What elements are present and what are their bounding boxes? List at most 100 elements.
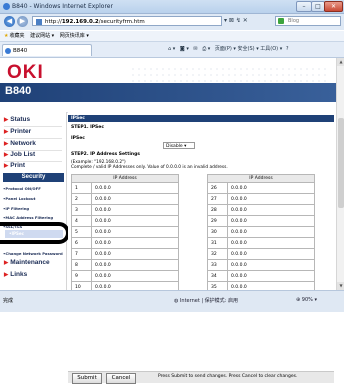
maximize-button[interactable]: □	[311, 1, 325, 12]
ip-row: 26 0.0.0.0	[207, 182, 315, 194]
ip-row-number: 3	[71, 204, 92, 216]
status-bar: 完成 ◍ Internet | 保护模式: 启用 ⊕ 90% ▾	[0, 290, 344, 312]
url-host: 192.169.0.2	[61, 19, 99, 25]
ip-row: 3 0.0.0.0	[71, 204, 179, 216]
mail-icon[interactable]: ✉	[193, 46, 197, 52]
ip-address-input[interactable]: 0.0.0.0	[227, 215, 315, 227]
ip-row-number: 33	[207, 259, 228, 271]
ip-table-left: IP Address 1 0.0.0.0 2 0.0.0.0 3 0.0.0.0 4 0.0.…	[71, 174, 179, 293]
url-path: /securityfrm.htm	[98, 19, 145, 25]
status-text: 完成	[3, 298, 14, 304]
scroll-thumb[interactable]	[338, 118, 344, 208]
ip-row-number: 4	[71, 215, 92, 227]
home-icon[interactable]: ⌂ ▾	[168, 46, 175, 52]
ip-address-input[interactable]: 0.0.0.0	[227, 182, 315, 194]
ip-row: 1 0.0.0.0	[71, 182, 179, 194]
ipsec-label: IPSec	[71, 136, 85, 141]
command-menus[interactable]: 页面(P) ▾ 安全(S) ▾ 工具(O) ▾	[215, 46, 282, 52]
zoom-control[interactable]: ⊕ 90% ▾	[296, 297, 317, 303]
ip-row-number: 29	[207, 215, 228, 227]
ip-address-input[interactable]: 0.0.0.0	[91, 193, 179, 205]
ip-row: 28 0.0.0.0	[207, 204, 315, 216]
search-input[interactable]: Blog	[275, 16, 341, 26]
column-header: IP Address	[207, 174, 315, 183]
highlight-annotation	[0, 222, 70, 244]
sidebar-sub-ip-filtering[interactable]: •IP Filtering	[3, 206, 29, 211]
ip-row: 30 0.0.0.0	[207, 226, 315, 238]
sidebar-item-maintenance[interactable]: ▶ Maintenance	[4, 259, 50, 266]
scroll-down-icon[interactable]: ▼	[337, 282, 344, 290]
ip-row: 6 0.0.0.0	[71, 237, 179, 249]
sidebar-item-status[interactable]: ▶ Status	[4, 116, 30, 123]
arrow-right-icon: ▶	[4, 260, 9, 266]
sidebar-item-print[interactable]: ▶ Print	[4, 162, 25, 169]
ip-row-number: 8	[71, 259, 92, 271]
arrow-right-icon: ▶	[4, 152, 9, 158]
url-controls[interactable]: ▾ ⊠ ↯ ✕	[224, 16, 272, 26]
ip-address-input[interactable]: 0.0.0.0	[91, 226, 179, 238]
arrow-right-icon: ▶	[4, 117, 9, 123]
close-window-button[interactable]: ✕	[324, 1, 343, 12]
scroll-up-icon[interactable]: ▲	[337, 58, 344, 66]
ip-address-input[interactable]: 0.0.0.0	[227, 226, 315, 238]
sidebar-content: ▶ Status ▶ Printer ▶ Network ▶ Job List ▶ Pri…	[0, 0, 70, 311]
arrow-right-icon: ▶	[4, 141, 9, 147]
submit-button[interactable]: Submit	[72, 373, 102, 384]
feeds-icon[interactable]: ◙ ▾	[180, 46, 189, 52]
ip-table-right: IP Address 26 0.0.0.0 27 0.0.0.0 28 0.0.0.0 29…	[207, 174, 315, 293]
sidebar-item-links[interactable]: ▶ Links	[4, 271, 27, 278]
ip-address-input[interactable]: 0.0.0.0	[227, 193, 315, 205]
ip-address-input[interactable]: 0.0.0.0	[91, 182, 179, 194]
sidebar-sub-mac-filtering[interactable]: •MAC Address Filtering	[3, 215, 53, 220]
ip-row-number: 2	[71, 193, 92, 205]
ip-address-input[interactable]: 0.0.0.0	[227, 259, 315, 271]
sidebar-sub-panel-lockout[interactable]: •Panel Lockout	[3, 196, 35, 201]
divider	[4, 138, 62, 139]
ip-address-input[interactable]: 0.0.0.0	[91, 237, 179, 249]
ip-address-input[interactable]: 0.0.0.0	[227, 270, 315, 282]
ip-row-number: 7	[71, 248, 92, 260]
command-bar[interactable]: ⌂ ▾ ◙ ▾ ✉ ⎙ ▾ 页面(P) ▾ 安全(S) ▾ 工具(O) ▾ ?	[168, 45, 342, 54]
ip-row-number: 1	[71, 182, 92, 194]
ip-row-number: 32	[207, 248, 228, 260]
help-icon[interactable]: ?	[286, 46, 289, 52]
sidebar-sub-protocol[interactable]: •Protocol ON/OFF	[3, 186, 41, 191]
ip-row: 8 0.0.0.0	[71, 259, 179, 271]
sidebar-item-printer[interactable]: ▶ Printer	[4, 128, 31, 135]
ip-row: 27 0.0.0.0	[207, 193, 315, 205]
ip-row: 33 0.0.0.0	[207, 259, 315, 271]
ip-row: 31 0.0.0.0	[207, 237, 315, 249]
ip-row-number: 26	[207, 182, 228, 194]
ip-address-input[interactable]: 0.0.0.0	[227, 248, 315, 260]
sidebar-item-network[interactable]: ▶ Network	[4, 140, 36, 147]
ip-address-input[interactable]: 0.0.0.0	[91, 270, 179, 282]
print-icon[interactable]: ⎙ ▾	[202, 46, 210, 52]
ip-address-input[interactable]: 0.0.0.0	[91, 204, 179, 216]
button-row: Submit Cancel Press Submit to send chang…	[68, 371, 334, 384]
sidebar-item-security[interactable]: Security	[3, 173, 64, 182]
ipsec-select[interactable]: Disable ▾	[163, 142, 195, 149]
sidebar-sub-change-password[interactable]: •Change Network Password	[3, 251, 63, 256]
ip-address-input[interactable]: 0.0.0.0	[91, 215, 179, 227]
search-text: Blog	[288, 18, 300, 24]
vertical-scrollbar[interactable]: ▲ ▼	[336, 58, 344, 290]
main-content: IPSec STEP1. IPSec IPSec Disable ▾ STEP2…	[68, 112, 336, 384]
step2-heading: STEP2. IP Address Settings	[71, 152, 140, 157]
minimize-button[interactable]: –	[296, 1, 312, 12]
ip-address-input[interactable]: 0.0.0.0	[227, 237, 315, 249]
ip-address-input[interactable]: 0.0.0.0	[91, 259, 179, 271]
security-zone[interactable]: ◍ Internet | 保护模式: 启用	[174, 297, 238, 304]
cancel-button[interactable]: Cancel	[106, 373, 136, 384]
ip-row-number: 9	[71, 270, 92, 282]
arrow-right-icon: ▶	[4, 129, 9, 135]
ip-row-number: 28	[207, 204, 228, 216]
ip-address-input[interactable]: 0.0.0.0	[91, 248, 179, 260]
ip-row-number: 34	[207, 270, 228, 282]
sidebar-item-job-list[interactable]: ▶ Job List	[4, 151, 35, 158]
ip-row: 29 0.0.0.0	[207, 215, 315, 227]
ip-row: 34 0.0.0.0	[207, 270, 315, 282]
ip-row: 7 0.0.0.0	[71, 248, 179, 260]
ip-address-input[interactable]: 0.0.0.0	[227, 204, 315, 216]
ip-row-number: 31	[207, 237, 228, 249]
ip-row: 2 0.0.0.0	[71, 193, 179, 205]
